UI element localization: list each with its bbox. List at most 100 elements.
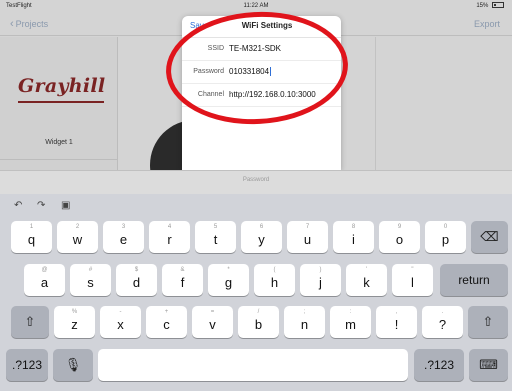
key-label: k	[363, 275, 370, 290]
key-s[interactable]: # s	[70, 264, 111, 296]
key-alt: =	[210, 309, 215, 315]
export-button[interactable]: Export	[474, 18, 500, 30]
paste-icon[interactable]: ▣	[61, 200, 70, 211]
key-h[interactable]: (h	[254, 264, 295, 296]
key-t[interactable]: 5t	[195, 221, 236, 253]
keyboard-hide-key[interactable]: ⌨	[469, 349, 508, 381]
key-c[interactable]: + c	[146, 306, 187, 338]
key-y[interactable]: 6y	[241, 221, 282, 253]
key-label: s	[87, 275, 94, 290]
undo-icon[interactable]: ↶	[14, 200, 22, 211]
key-o[interactable]: 9o	[379, 221, 420, 253]
back-button[interactable]: ‹ Projects	[10, 18, 48, 30]
key-alt: *	[227, 267, 230, 273]
space-bar[interactable]	[98, 349, 408, 381]
key-alt: 8	[351, 224, 356, 230]
keyboard-input-bar: Password	[0, 170, 512, 194]
key-label: l	[411, 275, 414, 290]
widget-item-label[interactable]: Widget 1	[0, 139, 118, 146]
key-l[interactable]: " l	[392, 264, 433, 296]
key-b[interactable]: / b	[238, 306, 279, 338]
key-alt: /	[257, 309, 260, 315]
delete-icon: ⌫	[480, 229, 499, 244]
back-label: Projects	[15, 19, 49, 29]
key-label: w	[72, 232, 83, 247]
software-keyboard: ↶ ↷ ▣ 1q 2w 3e 4r 5t 6y 7u 8i 9o 0p ⌫ @ a…	[0, 194, 512, 391]
numbers-label: .?123	[423, 358, 455, 372]
redo-icon[interactable]: ↷	[37, 200, 45, 211]
key-alt: :	[349, 309, 352, 315]
key-alt: -	[119, 309, 122, 315]
return-key[interactable]: return	[440, 264, 508, 296]
shift-icon: ⇧	[24, 314, 36, 329]
microphone-icon: 🎙	[64, 357, 82, 372]
key-e[interactable]: 3e	[103, 221, 144, 253]
key-alt: 2	[75, 224, 80, 230]
key-label: x	[117, 317, 124, 332]
shift-key-left[interactable]: ⇧	[11, 306, 49, 338]
status-bar: TestFlight 11:22 AM 15%	[0, 0, 512, 12]
key-label: q	[27, 232, 36, 247]
key-u[interactable]: 7u	[287, 221, 328, 253]
key-z[interactable]: % z	[54, 306, 95, 338]
shift-icon: ⇧	[482, 314, 494, 329]
key-m[interactable]: :m	[330, 306, 371, 338]
key-alt: "	[411, 267, 414, 273]
key-alt: %	[71, 309, 78, 315]
key-alt: ,	[395, 309, 398, 315]
key-q[interactable]: 1q	[11, 221, 52, 253]
key-label: g	[224, 275, 233, 290]
key-alt: $	[134, 267, 139, 273]
key-label: p	[441, 232, 450, 247]
key-i[interactable]: 8i	[333, 221, 374, 253]
key-a[interactable]: @ a	[24, 264, 65, 296]
key-alt: 7	[305, 224, 310, 230]
key-w[interactable]: 2w	[57, 221, 98, 253]
keyboard-hide-icon: ⌨	[479, 357, 498, 372]
key-alt: 1	[29, 224, 34, 230]
key-n[interactable]: ; n	[284, 306, 325, 338]
key-label: a	[40, 275, 49, 290]
key-alt: 6	[259, 224, 264, 230]
key-label: z	[71, 317, 78, 332]
key-label: j	[319, 275, 322, 290]
key-g[interactable]: * g	[208, 264, 249, 296]
key-label: b	[254, 317, 263, 332]
numbers-key-left[interactable]: .?123	[6, 349, 48, 381]
delete-key[interactable]: ⌫	[471, 221, 508, 253]
key-alt: .	[441, 309, 444, 315]
widget-sidebar: Grayhill Widget 1	[0, 37, 118, 170]
key-alt: 5	[213, 224, 218, 230]
divider	[375, 37, 376, 170]
numbers-key-right[interactable]: .?123	[414, 349, 464, 381]
key-label: t	[213, 232, 218, 247]
numbers-label: .?123	[11, 358, 43, 372]
return-label: return	[458, 273, 490, 287]
key-v[interactable]: = v	[192, 306, 233, 338]
key-label: n	[300, 317, 309, 332]
microphone-key[interactable]: 🎙	[53, 349, 93, 381]
key-d[interactable]: $ d	[116, 264, 157, 296]
key-alt: '	[365, 267, 368, 273]
key-f[interactable]: & f	[162, 264, 203, 296]
shift-key-right[interactable]: ⇧	[468, 306, 508, 338]
key-exclamation[interactable]: ,!	[376, 306, 417, 338]
key-j[interactable]: ) j	[300, 264, 341, 296]
divider	[0, 159, 118, 160]
key-label: e	[119, 232, 128, 247]
key-alt: (	[273, 267, 276, 273]
key-label: y	[258, 232, 265, 247]
key-alt: +	[164, 309, 169, 315]
key-p[interactable]: 0p	[425, 221, 466, 253]
key-x[interactable]: -x	[100, 306, 141, 338]
clock: 11:22 AM	[243, 3, 269, 9]
key-r[interactable]: 4r	[149, 221, 190, 253]
key-label: !	[394, 317, 399, 332]
key-label: d	[132, 275, 141, 290]
key-alt: 0	[443, 224, 448, 230]
key-question[interactable]: .?	[422, 306, 463, 338]
battery-percent: 15%	[476, 3, 489, 9]
key-label: r	[167, 232, 172, 247]
key-k[interactable]: ' k	[346, 264, 387, 296]
chevron-left-icon: ‹	[10, 18, 14, 30]
